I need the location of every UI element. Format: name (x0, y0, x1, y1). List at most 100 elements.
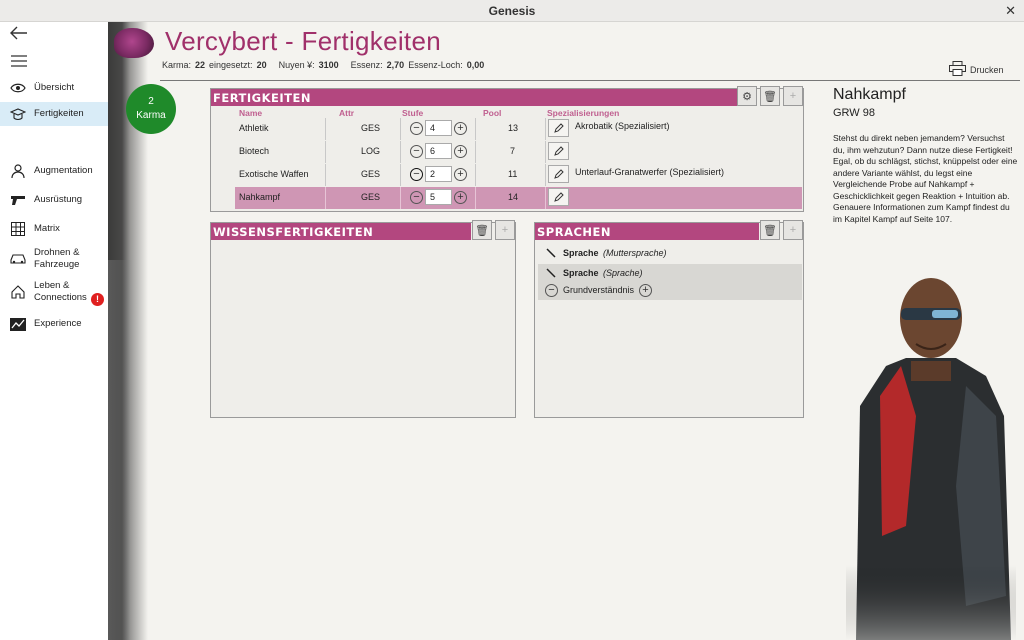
column-divider (325, 164, 326, 186)
gun-icon (9, 192, 27, 208)
decrement-icon[interactable]: − (410, 144, 423, 158)
skill-pool: 7 (510, 146, 516, 156)
tongue-icon (546, 248, 556, 260)
stufe-stepper: − 6 + (410, 143, 467, 159)
close-icon[interactable]: ✕ (1005, 3, 1016, 19)
edit-pencil-icon[interactable] (548, 188, 569, 206)
column-divider (325, 187, 326, 209)
decrement-icon[interactable]: − (545, 284, 558, 297)
stufe-value[interactable]: 4 (425, 120, 452, 136)
increment-icon[interactable]: + (454, 190, 467, 204)
delete-trash-icon[interactable]: 🗑 (760, 220, 780, 240)
column-divider (400, 164, 401, 186)
knowledge-panel-header: Wissensfertigkeiten (211, 223, 471, 240)
column-divider (545, 118, 546, 140)
sidebar-item-fertigkeiten[interactable]: Fertigkeiten (0, 102, 108, 126)
increment-icon[interactable]: + (454, 144, 467, 158)
edit-pencil-icon[interactable] (548, 119, 569, 137)
decrement-icon[interactable]: − (410, 167, 423, 181)
decrement-icon[interactable]: − (410, 190, 423, 204)
knowledge-panel: Wissensfertigkeiten 🗑 + (210, 220, 516, 418)
karma-badge-label: Karma (136, 110, 166, 121)
decrement-icon[interactable]: − (410, 121, 423, 135)
sidebar-item-uebersicht[interactable]: Übersicht (0, 78, 108, 98)
karma-badge[interactable]: 2 Karma (126, 84, 176, 134)
sidebar-item-ausruestung[interactable]: Ausrüstung (0, 190, 108, 210)
column-divider (325, 118, 326, 140)
car-icon (9, 251, 27, 267)
increment-icon[interactable]: + (454, 121, 467, 135)
sidebar-item-augmentation[interactable]: Augmentation (0, 161, 108, 181)
sidebar-item-label-line1: Drohnen & (34, 247, 80, 258)
sidebar-item-label: Experience (34, 318, 82, 329)
sidebar-item-drohnen[interactable]: Drohnen & Fahrzeuge (0, 245, 108, 273)
col-header-spec: Spezialisierungen (547, 108, 620, 118)
skill-name: Nahkampf (239, 192, 281, 202)
skill-row-biotech[interactable]: Biotech LOG − 6 + 7 (235, 141, 802, 163)
col-header-pool: Pool (483, 108, 502, 118)
edit-pencil-icon[interactable] (548, 142, 569, 160)
sidebar-item-label-line2: Fahrzeuge (34, 259, 80, 270)
column-divider (400, 141, 401, 163)
skill-name: Biotech (239, 146, 270, 156)
skills-panel-header: Fertigkeiten (211, 89, 737, 106)
edit-pencil-icon[interactable] (548, 165, 569, 183)
column-divider (475, 118, 476, 140)
column-divider (475, 141, 476, 163)
skill-pool: 14 (508, 192, 519, 202)
stufe-stepper: − 2 + (410, 166, 467, 182)
back-arrow-icon[interactable] (10, 24, 28, 45)
grid-icon (9, 221, 27, 237)
language-name: Sprache (563, 268, 599, 278)
sidebar-item-label: Augmentation (34, 165, 93, 176)
karma-label: Karma: (162, 60, 192, 70)
print-button[interactable]: Drucken (949, 61, 1004, 78)
tongue-icon (546, 268, 556, 280)
skill-row-exotische-waffen[interactable]: Exotische Waffen GES − 2 + 11 Unterlauf-… (235, 164, 802, 186)
language-row-mother[interactable]: Sprache (Muttersprache) (538, 245, 802, 263)
add-plus-icon[interactable]: + (495, 220, 515, 240)
app-logo (114, 28, 154, 58)
sidebar-item-label: Drohnen & Fahrzeuge (34, 247, 79, 271)
sidebar-item-label-line1: Leben & (34, 280, 70, 291)
sidebar-item-experience[interactable]: Experience (0, 314, 108, 334)
column-divider (400, 187, 401, 209)
skill-pool: 11 (508, 169, 518, 179)
chart-icon (9, 316, 27, 332)
nuyen-value: 3100 (318, 60, 339, 70)
sidebar-item-label: Matrix (34, 223, 60, 234)
increment-icon[interactable]: + (639, 284, 652, 297)
column-divider (475, 187, 476, 209)
skill-name: Exotische Waffen (239, 169, 309, 179)
increment-icon[interactable]: + (454, 167, 467, 181)
skills-panel: Fertigkeiten ⚙ 🗑 + Name Attr Stufe Pool … (210, 86, 804, 212)
column-divider (475, 164, 476, 186)
print-label: Drucken (970, 64, 1004, 75)
col-header-attr: Attr (339, 108, 355, 118)
stufe-value[interactable]: 2 (425, 166, 452, 182)
sidebar-item-matrix[interactable]: Matrix (0, 219, 108, 239)
language-row-second[interactable]: Sprache (Sprache) − Grundverständnis + (538, 264, 802, 300)
language-level: Grundverständnis (563, 285, 635, 295)
nuyen-label: Nuyen ¥: (278, 60, 315, 70)
stufe-value[interactable]: 6 (425, 143, 452, 159)
settings-gear-icon[interactable]: ⚙ (737, 86, 757, 106)
header-divider (160, 80, 1020, 81)
delete-trash-icon[interactable]: 🗑 (472, 220, 492, 240)
eye-icon (9, 80, 27, 96)
column-divider (545, 187, 546, 209)
skill-row-nahkampf[interactable]: Nahkampf GES − 5 + 14 (235, 187, 802, 209)
column-divider (325, 141, 326, 163)
skill-name: Athletik (239, 123, 269, 133)
essence-hole-label: Essenz-Loch: (408, 60, 463, 70)
knowledge-panel-title: Wissensfertigkeiten (213, 224, 374, 239)
skill-row-athletik[interactable]: Athletik GES − 4 + 13 Akrobatik (Spezial… (235, 118, 802, 140)
stufe-value[interactable]: 5 (425, 189, 452, 205)
skill-pool: 13 (508, 123, 519, 133)
add-plus-icon[interactable]: + (783, 220, 803, 240)
sidebar-item-label: Fertigkeiten (34, 108, 84, 119)
hamburger-menu-icon[interactable] (10, 52, 28, 73)
add-plus-icon[interactable]: + (783, 86, 803, 106)
detail-description: Stehst du direkt neben jemandem? Versuch… (833, 133, 1018, 224)
delete-trash-icon[interactable]: 🗑 (760, 86, 780, 106)
